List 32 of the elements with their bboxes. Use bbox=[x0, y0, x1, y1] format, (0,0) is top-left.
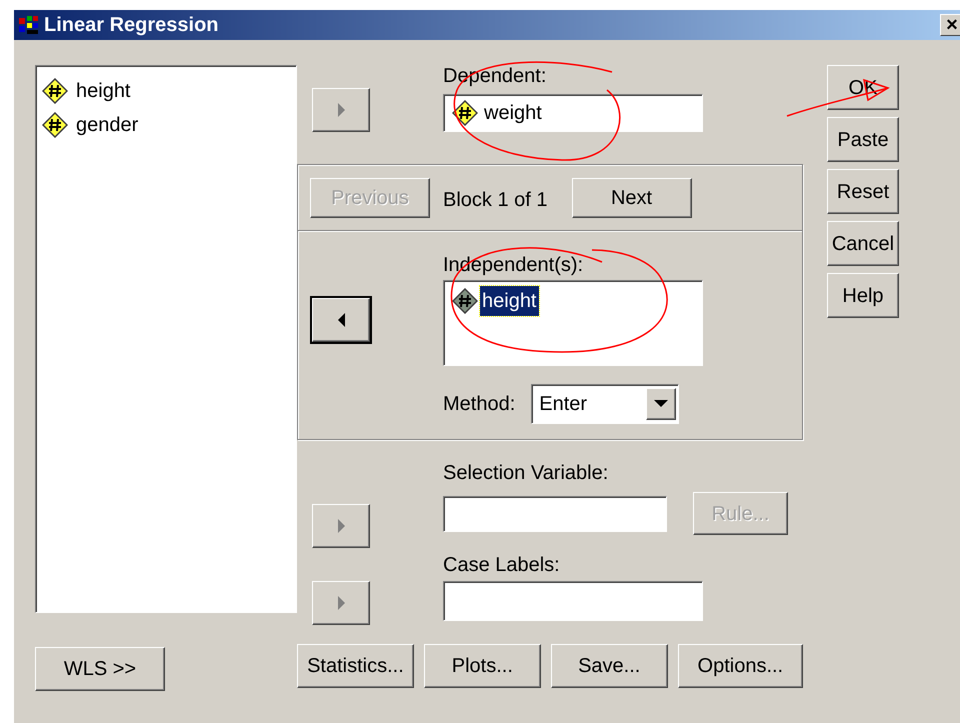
field-label: Case Labels: bbox=[443, 554, 561, 576]
variable-icon bbox=[452, 100, 478, 126]
window-title: Linear Regression bbox=[44, 13, 219, 38]
dependent-field[interactable]: weight bbox=[443, 94, 703, 132]
dialog-button[interactable]: Statistics... bbox=[297, 644, 414, 688]
dialog-button[interactable]: Reset bbox=[827, 169, 899, 214]
dialog-button[interactable]: Cancel bbox=[827, 221, 899, 266]
dialog-button[interactable]: Options... bbox=[678, 644, 803, 688]
dialog-button[interactable]: Help bbox=[827, 273, 899, 318]
variable-icon bbox=[42, 112, 68, 138]
variable-item[interactable]: gender bbox=[42, 108, 290, 142]
variable-icon bbox=[452, 288, 478, 314]
app-icon bbox=[18, 14, 40, 36]
case-labels-field[interactable] bbox=[443, 581, 703, 621]
next-button[interactable]: Next bbox=[572, 178, 692, 218]
selection-variable-field[interactable] bbox=[443, 496, 667, 532]
block-caption: Block 1 of 1 bbox=[443, 188, 548, 210]
field-label: Selection Variable: bbox=[443, 462, 610, 484]
dropdown-value: Enter bbox=[538, 392, 588, 417]
field-label: Method: bbox=[443, 393, 516, 415]
dialog-button[interactable]: Save... bbox=[550, 644, 668, 688]
wls-button[interactable]: WLS >> bbox=[35, 647, 165, 691]
variable-icon bbox=[42, 78, 68, 104]
variable-item[interactable]: height bbox=[452, 287, 694, 315]
close-button[interactable]: × bbox=[940, 14, 960, 36]
move-button[interactable] bbox=[312, 298, 370, 342]
dialog-button[interactable]: Paste bbox=[827, 117, 899, 162]
variable-item[interactable]: height bbox=[42, 74, 290, 108]
method-dropdown[interactable]: Enter bbox=[531, 384, 680, 424]
dialog-button[interactable]: Plots... bbox=[424, 644, 541, 688]
field-value: weight bbox=[484, 101, 542, 126]
dropdown-arrow-icon bbox=[654, 400, 668, 408]
